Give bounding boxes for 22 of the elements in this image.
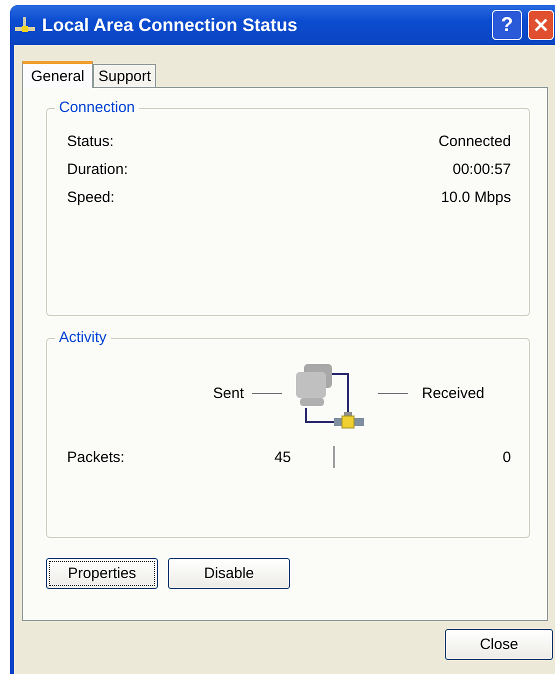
field-value: 10.0 Mbps: [440, 188, 511, 206]
group-title: Activity: [55, 329, 111, 346]
help-button[interactable]: ?: [492, 10, 522, 40]
field-value: Connected: [438, 132, 511, 150]
field-label: Speed:: [67, 188, 115, 206]
tab[interactable]: Support: [93, 64, 156, 87]
dialog-button[interactable]: Properties: [46, 558, 158, 589]
received-label: Received: [422, 384, 484, 402]
field-value: 00:00:57: [452, 160, 511, 178]
dialog-button[interactable]: Disable: [168, 558, 290, 589]
window-title: Local Area Connection Status: [42, 14, 298, 36]
close-icon: [532, 16, 550, 34]
field-label: Duration:: [67, 160, 128, 178]
packets-sent-value: 45: [273, 448, 291, 466]
packets-label: Packets:: [67, 448, 126, 466]
tab[interactable]: General: [22, 61, 94, 88]
network-icon: [14, 16, 36, 34]
field-label: Status:: [67, 132, 114, 150]
dialog-button[interactable]: Close: [445, 629, 553, 660]
sent-label: Sent: [213, 384, 244, 402]
packets-received-value: 0: [502, 448, 511, 466]
close-button[interactable]: [528, 10, 554, 40]
